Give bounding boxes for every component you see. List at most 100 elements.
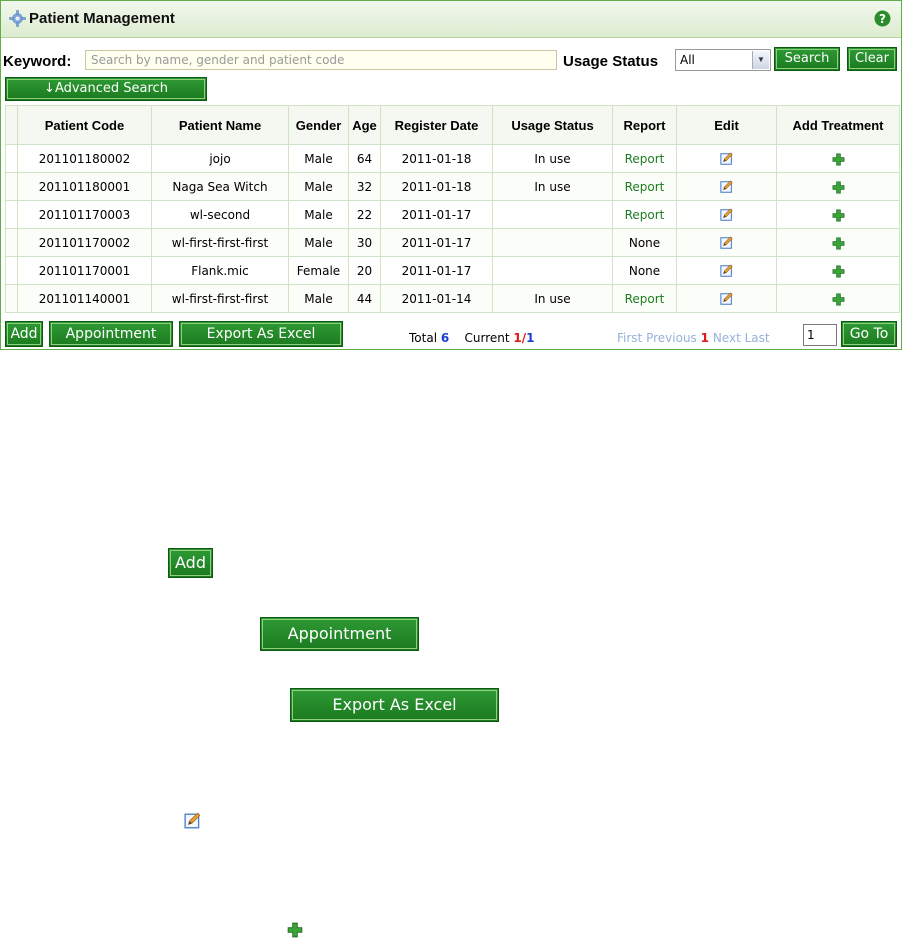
- patient-code-cell: 201101180001: [17, 172, 152, 201]
- age-cell: 22: [348, 200, 381, 229]
- table-row: 201101170003 wl-second Male 22 2011-01-17 Rep…: [5, 200, 900, 229]
- edit-cell: [676, 228, 777, 257]
- register-date-cell: 2011-01-14: [380, 284, 493, 313]
- patient-code-cell: 201101180002: [17, 144, 152, 173]
- report-cell: Report: [612, 200, 677, 229]
- column-header-gender[interactable]: Gender: [288, 105, 349, 145]
- patient-table: Patient Code Patient Name Gender Age Reg…: [5, 105, 900, 317]
- edit-icon[interactable]: [719, 152, 734, 166]
- row-select-cell[interactable]: [5, 256, 18, 285]
- column-header-register-date[interactable]: Register Date: [380, 105, 493, 145]
- edit-cell: [676, 200, 777, 229]
- appointment-button-legend[interactable]: Appointment: [260, 617, 419, 651]
- edit-icon[interactable]: [719, 180, 734, 194]
- report-link[interactable]: Report: [625, 152, 665, 166]
- go-to-button[interactable]: Go To: [841, 321, 897, 347]
- column-header-report: Report: [612, 105, 677, 145]
- pagination: First Previous 1 Next Last: [617, 331, 770, 345]
- keyword-label: Keyword:: [3, 53, 72, 70]
- gender-cell: Male: [288, 284, 349, 313]
- clear-button[interactable]: Clear: [847, 47, 897, 71]
- edit-icon[interactable]: [719, 208, 734, 222]
- patient-code-cell: 201101170002: [17, 228, 152, 257]
- goto-page-input[interactable]: [803, 324, 837, 346]
- patient-name-cell: wl-first-first-first: [151, 228, 289, 257]
- chevron-down-icon[interactable]: ▼: [752, 51, 769, 69]
- plus-icon[interactable]: [832, 153, 845, 166]
- row-select-cell[interactable]: [5, 172, 18, 201]
- plus-icon[interactable]: [832, 181, 845, 194]
- keyword-search-input[interactable]: [85, 50, 557, 70]
- patient-name-cell: jojo: [151, 144, 289, 173]
- add-treatment-cell: [776, 256, 900, 285]
- register-date-cell: 2011-01-17: [380, 228, 493, 257]
- pager-next-link[interactable]: Next: [713, 331, 741, 345]
- column-header-select: [5, 105, 18, 145]
- report-link[interactable]: Report: [625, 180, 665, 194]
- usage-status-cell: In use: [492, 144, 613, 173]
- add-button-legend[interactable]: Add: [168, 548, 213, 578]
- table-footer: Add Appointment Export As Excel Total 6 …: [1, 319, 903, 349]
- usage-status-label: Usage Status: [563, 53, 659, 70]
- edit-cell: [676, 284, 777, 313]
- report-cell: None: [612, 256, 677, 285]
- panel-header: Patient Management ?: [1, 1, 901, 38]
- row-select-cell[interactable]: [5, 228, 18, 257]
- export-excel-button[interactable]: Export As Excel: [179, 321, 343, 347]
- edit-icon[interactable]: [183, 812, 203, 830]
- column-header-usage-status[interactable]: Usage Status: [492, 105, 613, 145]
- gender-cell: Male: [288, 200, 349, 229]
- pager-first-link[interactable]: First: [617, 331, 642, 345]
- register-date-cell: 2011-01-18: [380, 144, 493, 173]
- add-treatment-cell: [776, 172, 900, 201]
- patient-code-cell: 201101170003: [17, 200, 152, 229]
- edit-icon[interactable]: [719, 236, 734, 250]
- usage-status-select[interactable]: All ▼: [675, 49, 771, 71]
- report-link[interactable]: Report: [625, 292, 665, 306]
- age-cell: 30: [348, 228, 381, 257]
- gender-cell: Male: [288, 228, 349, 257]
- plus-icon[interactable]: [832, 209, 845, 222]
- gender-cell: Female: [288, 256, 349, 285]
- table-header-row: Patient Code Patient Name Gender Age Reg…: [5, 105, 900, 145]
- column-header-edit: Edit: [676, 105, 777, 145]
- plus-icon[interactable]: [287, 922, 303, 938]
- patient-name-cell: Naga Sea Witch: [151, 172, 289, 201]
- plus-icon[interactable]: [832, 293, 845, 306]
- column-header-age[interactable]: Age: [348, 105, 381, 145]
- report-cell: Report: [612, 172, 677, 201]
- pager-last-link[interactable]: Last: [745, 331, 770, 345]
- advanced-search-button[interactable]: ↓Advanced Search: [5, 77, 207, 101]
- report-cell: Report: [612, 144, 677, 173]
- current-total-pages: 1: [526, 331, 535, 345]
- register-date-cell: 2011-01-18: [380, 172, 493, 201]
- age-cell: 20: [348, 256, 381, 285]
- column-header-patient-name[interactable]: Patient Name: [151, 105, 289, 145]
- current-page: 1: [513, 331, 522, 345]
- patient-name-cell: wl-first-first-first: [151, 284, 289, 313]
- patient-code-cell: 201101140001: [17, 284, 152, 313]
- edit-cell: [676, 256, 777, 285]
- current-label: Current: [464, 331, 510, 345]
- edit-icon[interactable]: [719, 292, 734, 306]
- add-treatment-cell: [776, 228, 900, 257]
- plus-icon[interactable]: [832, 265, 845, 278]
- gear-icon: [9, 10, 26, 27]
- column-header-patient-code[interactable]: Patient Code: [17, 105, 152, 145]
- patient-management-panel: Patient Management ? Keyword: Usage Stat…: [0, 0, 902, 350]
- search-bar: Keyword: Usage Status All ▼: [1, 47, 903, 73]
- help-icon[interactable]: ?: [874, 10, 891, 27]
- edit-icon[interactable]: [719, 264, 734, 278]
- add-button[interactable]: Add: [5, 321, 43, 347]
- report-link[interactable]: Report: [625, 208, 665, 222]
- pager-previous-link[interactable]: Previous: [646, 331, 697, 345]
- row-select-cell[interactable]: [5, 200, 18, 229]
- age-cell: 64: [348, 144, 381, 173]
- appointment-button[interactable]: Appointment: [49, 321, 173, 347]
- export-excel-button-legend[interactable]: Export As Excel: [290, 688, 499, 722]
- row-select-cell[interactable]: [5, 144, 18, 173]
- report-cell: Report: [612, 284, 677, 313]
- plus-icon[interactable]: [832, 237, 845, 250]
- row-select-cell[interactable]: [5, 284, 18, 313]
- search-button[interactable]: Search: [774, 47, 840, 71]
